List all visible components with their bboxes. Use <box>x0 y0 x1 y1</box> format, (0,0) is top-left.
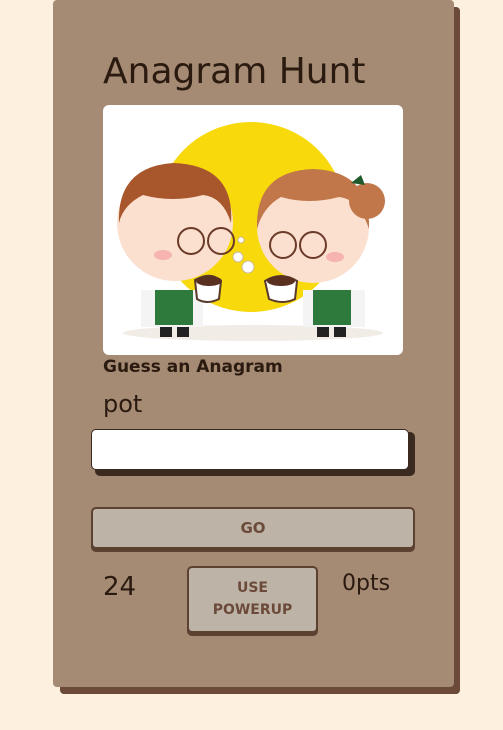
prompt-label: Guess an Anagram <box>103 357 283 377</box>
score: 0pts <box>342 571 391 596</box>
game-card: Anagram Hunt Guess an Anagram pot GO 24 … <box>53 0 454 687</box>
current-word: pot <box>103 390 143 418</box>
game-illustration <box>103 105 403 355</box>
powerup-label-line2: POWERUP <box>212 602 293 618</box>
baristas-illustration-icon <box>117 122 385 341</box>
timer: 24 <box>103 572 137 602</box>
powerup-label-line1: USE <box>236 580 268 596</box>
game-title: Anagram Hunt <box>103 51 366 92</box>
answer-input[interactable] <box>91 429 409 470</box>
go-button[interactable]: GO <box>91 507 415 549</box>
use-powerup-button[interactable]: USE POWERUP <box>187 566 318 633</box>
